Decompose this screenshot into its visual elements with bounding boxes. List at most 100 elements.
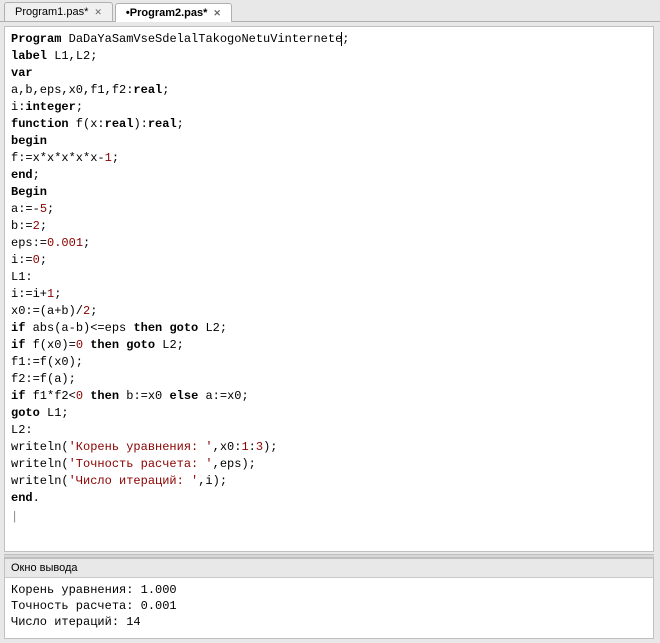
text-token: ; <box>40 219 47 233</box>
text-token: writeln( <box>11 457 69 471</box>
text-token: a:=x0; <box>198 389 248 403</box>
text-token: ,x0: <box>213 440 242 454</box>
text-token: eps:= <box>11 236 47 250</box>
editor-container: Program DaDaYaSamVseSdelalTakogoNetuVint… <box>4 26 654 552</box>
text-token: writeln( <box>11 474 69 488</box>
code-line: b:=2; <box>11 218 647 235</box>
output-body[interactable]: Корень уравнения: 1.000 Точность расчета… <box>5 578 653 638</box>
code-line: x0:=(a+b)/2; <box>11 303 647 320</box>
num-token: 3 <box>256 440 263 454</box>
kw-token: end <box>11 491 33 505</box>
text-token: ; <box>177 117 184 131</box>
kw-token: else <box>169 389 198 403</box>
text-token: ; <box>90 304 97 318</box>
text-token: ; <box>40 253 47 267</box>
str-token: 'Корень уравнения: ' <box>69 440 213 454</box>
kw-token: label <box>11 49 47 63</box>
kw-token: then <box>90 389 119 403</box>
code-line: f2:=f(a); <box>11 371 647 388</box>
tab-label: •Program2.pas* <box>126 7 208 19</box>
tab-0[interactable]: Program1.pas* ✕ <box>4 2 113 21</box>
text-token: ; <box>33 168 40 182</box>
kw-token: end <box>11 168 33 182</box>
code-line: Program DaDaYaSamVseSdelalTakogoNetuVint… <box>11 31 647 48</box>
output-panel: Окно вывода Корень уравнения: 1.000 Точн… <box>4 558 654 639</box>
num-token: 0 <box>76 338 83 352</box>
code-line: L2: <box>11 422 647 439</box>
text-token: f(x0)= <box>25 338 75 352</box>
type-token: real <box>148 117 177 131</box>
text-token: writeln( <box>11 440 69 454</box>
code-line: label L1,L2; <box>11 48 647 65</box>
text-token: ): <box>133 117 147 131</box>
text-token: f1*f2< <box>25 389 75 403</box>
kw-token: goto <box>11 406 40 420</box>
text-token: L2; <box>155 338 184 352</box>
text-token: i: <box>11 100 25 114</box>
code-line: goto L1; <box>11 405 647 422</box>
text-token: f2:=f(a); <box>11 372 76 386</box>
tab-bar: Program1.pas* ✕ •Program2.pas* ✕ <box>0 0 660 22</box>
text-token: a:=- <box>11 202 40 216</box>
text-token: f:=x*x*x*x*x- <box>11 151 105 165</box>
text-token: ; <box>54 287 61 301</box>
code-line: if abs(a-b)<=eps then goto L2; <box>11 320 647 337</box>
kw-token: if <box>11 389 25 403</box>
code-line: if f(x0)=0 then goto L2; <box>11 337 647 354</box>
code-line: writeln('Точность расчета: ',eps); <box>11 456 647 473</box>
str-token: 'Число итераций: ' <box>69 474 199 488</box>
tab-1[interactable]: •Program2.pas* ✕ <box>115 3 232 22</box>
code-line: writeln('Число итераций: ',i); <box>11 473 647 490</box>
close-icon[interactable]: ✕ <box>94 7 102 18</box>
text-token: DaDaYaSamVseSdelalTakogoNetuVinternete <box>61 32 342 46</box>
text-token: L2: <box>11 423 33 437</box>
text-token: a,b,eps,x0,f1,f2: <box>11 83 133 97</box>
str-token: 'Точность расчета: ' <box>69 457 213 471</box>
code-line: f:=x*x*x*x*x-1; <box>11 150 647 167</box>
text-token: ); <box>263 440 277 454</box>
kw-token: if <box>11 321 25 335</box>
num-token: 2 <box>33 219 40 233</box>
code-line: function f(x:real):real; <box>11 116 647 133</box>
text-token: ; <box>83 236 90 250</box>
tab-label: Program1.pas* <box>15 6 88 18</box>
text-token: : <box>249 440 256 454</box>
output-title: Окно вывода <box>5 559 653 578</box>
text-token: L1: <box>11 270 33 284</box>
num-token: 0 <box>76 389 83 403</box>
kw-token: if <box>11 338 25 352</box>
text-token: abs(a-b)<=eps <box>25 321 133 335</box>
code-line: f1:=f(x0); <box>11 354 647 371</box>
text-token: i:=i+ <box>11 287 47 301</box>
type-token: integer <box>25 100 75 114</box>
text-token: ; <box>47 202 54 216</box>
code-line: if f1*f2<0 then b:=x0 else a:=x0; <box>11 388 647 405</box>
kw-token: begin <box>11 134 47 148</box>
code-line: i:=i+1; <box>11 286 647 303</box>
kw-token: Program <box>11 32 61 46</box>
code-line: Begin <box>11 184 647 201</box>
kw-token: function <box>11 117 69 131</box>
text-token: L1; <box>40 406 69 420</box>
code-editor[interactable]: Program DaDaYaSamVseSdelalTakogoNetuVint… <box>5 27 653 551</box>
code-line: var <box>11 65 647 82</box>
text-token: L1,L2; <box>47 49 97 63</box>
num-token: 0 <box>33 253 40 267</box>
text-token: . <box>33 491 40 505</box>
code-line: end. <box>11 490 647 507</box>
kw-token: Begin <box>11 185 47 199</box>
type-token: real <box>105 117 134 131</box>
kw-token: goto <box>169 321 198 335</box>
code-line: a,b,eps,x0,f1,f2:real; <box>11 82 647 99</box>
text-token: ; <box>76 100 83 114</box>
close-icon[interactable]: ✕ <box>213 8 221 19</box>
num-token: 0.001 <box>47 236 83 250</box>
code-line: writeln('Корень уравнения: ',x0:1:3); <box>11 439 647 456</box>
text-token: ,i); <box>198 474 227 488</box>
code-line: a:=-5; <box>11 201 647 218</box>
code-line: i:integer; <box>11 99 647 116</box>
text-token: b:= <box>11 219 33 233</box>
text-token: ; <box>112 151 119 165</box>
text-token: ; <box>342 32 349 46</box>
code-line: begin <box>11 133 647 150</box>
